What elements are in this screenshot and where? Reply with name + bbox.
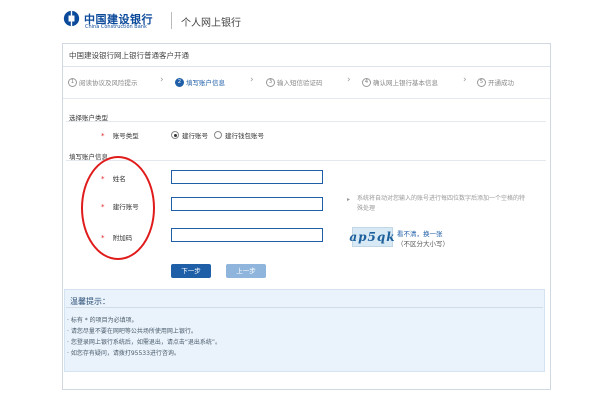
captcha-input[interactable] <box>171 228 323 242</box>
step-label: 阅读协议及风险提示 <box>79 79 138 87</box>
case-insensitive-note: （不区分大小写） <box>397 240 449 248</box>
radio-ccb-wallet-account[interactable]: 建行钱包账号 <box>214 130 264 140</box>
divider <box>66 307 543 308</box>
step-label: 开通成功 <box>488 79 514 87</box>
refresh-captcha-link[interactable]: 看不清，换一张 <box>397 228 443 238</box>
previous-button[interactable]: 上一步 <box>226 264 266 278</box>
step-number: 1 <box>68 77 77 87</box>
radio-button[interactable] <box>171 131 179 139</box>
tip-item: · 您登录网上银行系统后，如需退出，请点击“退出系统”。 <box>67 339 222 346</box>
chevron-right-icon: › <box>347 75 351 85</box>
required-mark: * <box>101 132 105 140</box>
step-number: 2 <box>175 77 184 87</box>
captcha-text: ap5qk <box>349 230 396 244</box>
divider <box>66 160 546 161</box>
name-input[interactable] <box>171 170 323 184</box>
caret-right-icon: ▸ <box>347 196 351 203</box>
page-title: 个人网上银行 <box>181 18 241 29</box>
account-number-input[interactable] <box>171 197 323 211</box>
step-label: 确认网上银行基本信息 <box>373 79 438 87</box>
step-label: 填写账户信息 <box>186 79 225 87</box>
radio-button[interactable] <box>214 131 222 139</box>
chevron-right-icon: › <box>250 75 254 85</box>
radio-ccb-account[interactable]: 建行账号 <box>171 130 208 140</box>
divider <box>63 66 550 67</box>
step-label: 输入短信验证码 <box>277 79 323 87</box>
step-4: 4 确认网上银行基本信息 <box>362 77 438 87</box>
header-divider <box>171 12 172 29</box>
captcha-image[interactable]: ap5qk <box>349 227 396 247</box>
step-3: 3 输入短信验证码 <box>266 77 323 87</box>
tips-title: 温馨提示： <box>70 297 110 306</box>
step-number: 4 <box>362 77 371 87</box>
divider <box>66 121 546 122</box>
account-type-label: * 账号类型 <box>101 132 139 140</box>
account-number-hint: 系统将自动对您输入的账号进行每四位数字后添加一个空格的特殊处理 <box>357 195 526 212</box>
highlight-annotation-oval <box>81 156 155 260</box>
brand-name-en: China Construction Bank <box>85 24 147 30</box>
step-1: 1 阅读协议及风险提示 <box>68 77 138 87</box>
tip-item: · 如您存有疑问，请拨打95533进行咨询。 <box>67 350 180 357</box>
ccb-logo-icon <box>63 10 80 27</box>
panel-title: 中国建设银行网上银行普通客户开通 <box>69 51 189 60</box>
step-2: 2 填写账户信息 <box>175 77 225 87</box>
chevron-right-icon: › <box>463 75 467 85</box>
chevron-right-icon: › <box>160 75 164 85</box>
radio-label: 建行钱包账号 <box>225 132 264 140</box>
tip-item: · 请您尽量不要在网吧等公共场所使用网上银行。 <box>67 328 197 335</box>
divider <box>63 98 550 99</box>
step-5: 5 开通成功 <box>477 77 514 87</box>
next-button[interactable]: 下一步 <box>171 264 211 278</box>
step-number: 3 <box>266 77 275 87</box>
tip-item: · 标有 * 的项目为必填项。 <box>67 317 138 324</box>
step-number: 5 <box>477 77 486 87</box>
radio-label: 建行账号 <box>182 132 208 140</box>
